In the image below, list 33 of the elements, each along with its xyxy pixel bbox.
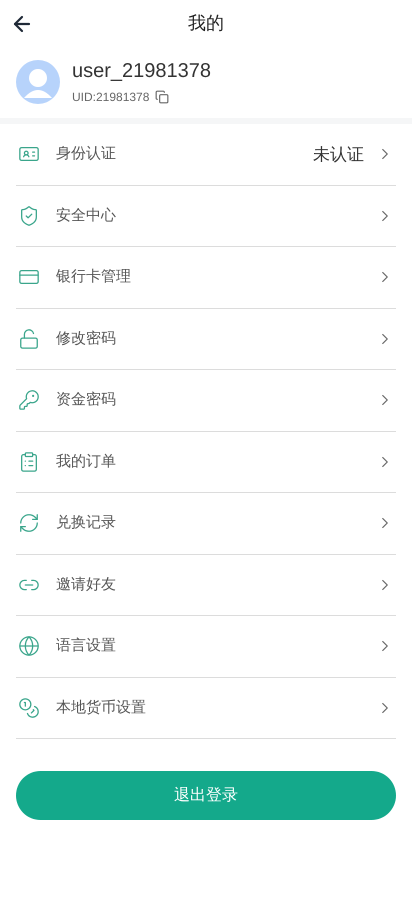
menu-label: 我的订单: [56, 452, 116, 472]
key-icon: [18, 389, 40, 412]
uid-text: UID:21981378: [72, 88, 150, 106]
coins-icon: [18, 696, 40, 719]
menu-label: 身份认证: [56, 144, 116, 164]
status-text: 未认证: [313, 144, 364, 166]
avatar-icon: [16, 60, 60, 104]
menu-label: 银行卡管理: [56, 267, 131, 287]
padlock-icon: [18, 328, 40, 350]
menu-item[interactable]: 资金密码: [16, 370, 396, 432]
menu-label: 资金密码: [56, 390, 116, 410]
shield-check-icon: [18, 204, 40, 227]
menu-item[interactable]: 邀请好友: [16, 554, 396, 616]
menu-label: 邀请好友: [56, 574, 116, 594]
menu-label: 语言设置: [56, 636, 116, 656]
menu-label: 兑换记录: [56, 513, 116, 533]
menu-item[interactable]: 身份认证 未认证: [16, 124, 396, 186]
page-title: 我的: [188, 12, 224, 34]
copy-icon[interactable]: [155, 90, 170, 104]
username: user_21981378: [72, 58, 212, 84]
clipboard-list-icon: [18, 450, 40, 473]
menu-label: 安全中心: [56, 206, 116, 226]
menu-item[interactable]: 银行卡管理: [16, 247, 396, 308]
globe-icon: [18, 635, 40, 658]
menu-item[interactable]: 兑换记录: [16, 493, 396, 554]
menu-label: 修改密码: [56, 328, 116, 348]
menu-item[interactable]: 我的订单: [16, 432, 396, 493]
menu-label: 本地货币设置: [56, 698, 146, 718]
refresh-icon: [18, 512, 40, 534]
menu-item[interactable]: 语言设置: [16, 616, 396, 678]
menu-item[interactable]: 修改密码: [16, 308, 396, 370]
menu-item[interactable]: 安全中心: [16, 186, 396, 247]
menu-item[interactable]: 本地货币设置: [16, 678, 396, 739]
